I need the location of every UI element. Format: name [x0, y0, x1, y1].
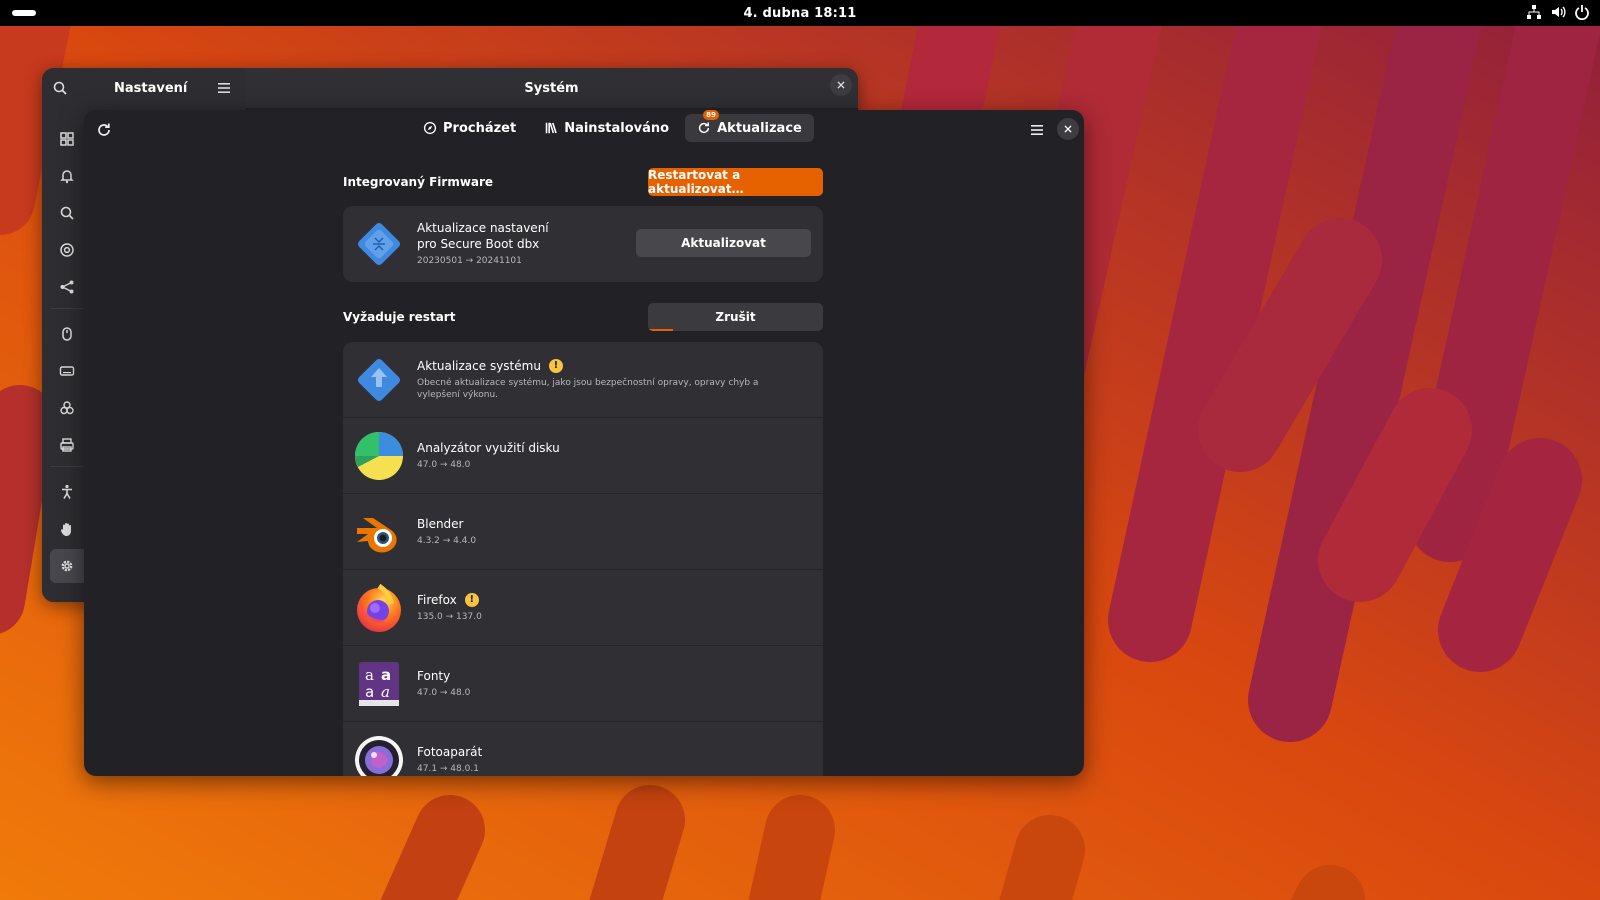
compass-icon	[423, 121, 437, 135]
refresh-icon[interactable]	[90, 116, 118, 144]
firmware-chip-icon	[358, 223, 400, 265]
warning-icon: !	[464, 592, 479, 607]
list-item[interactable]: Blender 4.3.2 → 4.4.0	[343, 494, 823, 570]
update-refresh-icon	[699, 122, 710, 134]
system-update-icon	[358, 358, 400, 401]
download-progress-bar	[648, 329, 673, 331]
fonts-icon: a a a a	[359, 661, 399, 706]
software-window: Procházet Nainstalováno 89 Aktualizace I…	[84, 110, 1084, 776]
app-version: 47.1 → 48.0.1	[417, 764, 479, 774]
list-item[interactable]: Analyzátor využití disku 47.0 → 48.0	[343, 418, 823, 494]
app-version: 135.0 → 137.0	[417, 611, 482, 622]
app-name: Analyzátor využití disku	[417, 440, 560, 455]
color-icon[interactable]	[50, 391, 84, 425]
sidebar-divider	[50, 466, 86, 467]
volume-icon[interactable]	[1550, 4, 1566, 24]
cancel-button-label: Zrušit	[715, 310, 756, 324]
network-icon[interactable]	[1526, 4, 1542, 24]
online-accounts-icon[interactable]	[50, 233, 84, 267]
view-switcher: Procházet Nainstalováno 89 Aktualizace	[411, 110, 814, 142]
disk-usage-icon	[355, 431, 403, 480]
tab-updates[interactable]: 89 Aktualizace	[685, 110, 814, 142]
cancel-button[interactable]: Zrušit	[648, 303, 823, 331]
bell-icon[interactable]	[50, 159, 84, 193]
updates-count-badge: 89	[703, 110, 719, 120]
app-name: Fotoaparát	[417, 745, 483, 759]
restart-section-header: Vyžaduje restart Zrušit	[343, 303, 823, 331]
search-settings-icon[interactable]	[50, 196, 84, 230]
list-item[interactable]: Aktualizace systému! Obecné aktualizace …	[343, 342, 823, 418]
search-icon[interactable]	[46, 74, 74, 102]
firmware-update-button[interactable]: Aktualizovat	[636, 229, 811, 257]
firefox-icon	[357, 583, 401, 632]
firmware-update-row[interactable]: Aktualizace nastavení pro Secure Boot db…	[343, 206, 823, 282]
app-version: 4.3.2 → 4.4.0	[417, 535, 477, 546]
tab-browse[interactable]: Procházet	[411, 114, 528, 142]
activities-button[interactable]	[12, 10, 36, 16]
apps-grid-icon[interactable]	[50, 122, 84, 156]
app-name: Firefox	[417, 592, 457, 607]
app-description: Obecné aktualizace systému, jako jsou be…	[417, 377, 759, 400]
app-name: Aktualizace systému	[417, 358, 541, 373]
software-header-bar: Procházet Nainstalováno 89 Aktualizace	[84, 110, 1084, 150]
svg-text:a: a	[365, 683, 374, 701]
hamburger-menu-icon[interactable]	[210, 74, 238, 102]
share-icon[interactable]	[50, 270, 84, 304]
app-version: 47.0 → 48.0	[417, 687, 471, 698]
main-menu-icon[interactable]	[1023, 116, 1051, 144]
tab-installed[interactable]: Nainstalováno	[532, 114, 681, 142]
settings-close-button[interactable]	[830, 74, 852, 96]
settings-page-title: Systém	[524, 80, 579, 96]
privacy-hand-icon[interactable]	[50, 512, 84, 546]
restart-and-update-button[interactable]: Restartovat a aktualizovat…	[648, 168, 823, 196]
clock[interactable]: 4. dubna 18:11	[743, 6, 856, 21]
sidebar-divider	[50, 308, 86, 309]
firmware-card: Aktualizace nastavení pro Secure Boot db…	[343, 206, 823, 282]
app-name: Fonty	[417, 668, 451, 683]
settings-sidebar-title: Nastavení	[114, 80, 188, 96]
camera-icon	[355, 736, 403, 776]
tab-browse-label: Procházet	[443, 120, 517, 136]
printer-icon[interactable]	[50, 428, 84, 462]
list-item[interactable]: a a a a Fonty 47.0 → 48.0	[343, 646, 823, 722]
list-item[interactable]: Firefox! 135.0 → 137.0	[343, 570, 823, 646]
svg-text:a: a	[381, 666, 391, 684]
firmware-section-title: Integrovaný Firmware	[343, 175, 494, 189]
tab-installed-label: Nainstalováno	[564, 120, 670, 136]
top-bar: 4. dubna 18:11	[0, 0, 1600, 26]
warning-icon: !	[548, 358, 563, 373]
app-name: Blender	[417, 516, 464, 531]
system-tray[interactable]	[1526, 4, 1590, 24]
list-item[interactable]: Fotoaparát 47.1 → 48.0.1	[343, 722, 823, 776]
keyboard-icon[interactable]	[50, 354, 84, 388]
firmware-section-header: Integrovaný Firmware Restartovat a aktua…	[343, 168, 823, 196]
accessibility-icon[interactable]	[50, 475, 84, 509]
close-button[interactable]	[1057, 118, 1079, 140]
restart-section-title: Vyžaduje restart	[343, 310, 456, 324]
library-icon	[545, 122, 557, 134]
settings-header: Systém	[245, 68, 858, 108]
svg-text:a: a	[381, 683, 390, 701]
power-icon[interactable]	[1574, 4, 1590, 24]
app-version: 47.0 → 48.0	[417, 459, 471, 470]
updates-list: Aktualizace systému! Obecné aktualizace …	[343, 342, 823, 776]
blender-icon	[357, 517, 397, 552]
settings-sidebar-header: Nastavení	[42, 68, 245, 108]
mouse-icon[interactable]	[50, 317, 84, 351]
svg-text:a: a	[365, 666, 374, 684]
tab-updates-label: Aktualizace	[717, 120, 802, 136]
